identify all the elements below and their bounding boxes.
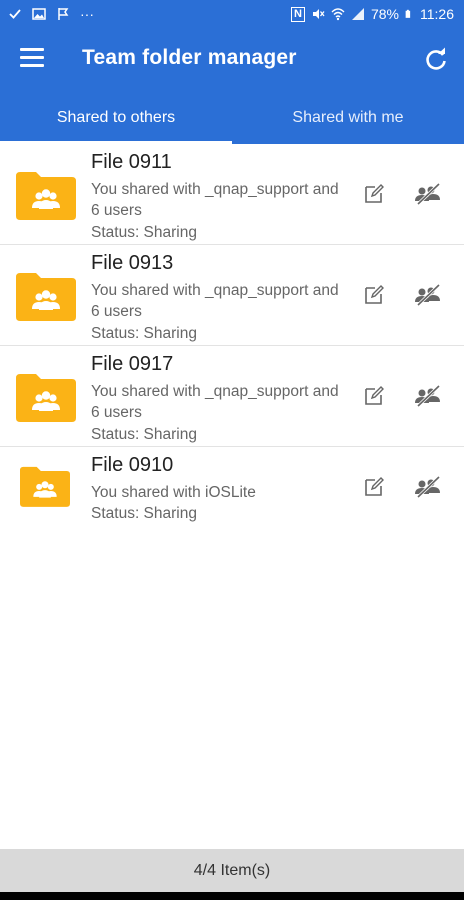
list-item[interactable]: File 0917 You shared with _qnap_support … [0,346,464,447]
edit-icon[interactable] [362,283,386,307]
sharing-status: Status: Sharing [91,505,197,522]
list-item[interactable]: File 0910 You shared with iOSLite Status… [0,447,464,547]
tab-label: Shared to others [56,109,176,126]
shared-with-text: You shared with iOSLite [91,484,256,501]
folder-name: File 0917 [91,353,174,375]
shared-with-text: You shared with _qnap_support and 6 user… [91,181,339,219]
battery-icon [405,9,411,18]
edit-icon[interactable] [362,182,386,206]
tab-bar: Shared to others Shared with me [0,92,464,144]
team-folder-icon [20,466,70,507]
tab-label: Shared with me [292,109,404,126]
sharing-status: Status: Sharing [91,426,197,443]
status-bar-right: N 78% 11:26 [291,6,454,22]
signal-icon [351,8,364,20]
sharing-status: Status: Sharing [91,325,197,342]
image-icon [32,8,46,20]
status-bar: ··· N 78% 11:26 [0,0,464,28]
unshare-users-icon[interactable] [413,182,443,206]
unshare-users-icon[interactable] [413,384,443,408]
team-folder-list: File 0911 You shared with _qnap_support … [0,144,464,547]
page-title: Team folder manager [82,46,297,69]
refresh-icon[interactable] [422,46,450,74]
wifi-icon [331,8,345,21]
more-dots-icon: ··· [80,6,94,22]
battery-percent: 78% [370,6,399,22]
team-folder-icon [16,374,76,422]
list-item[interactable]: File 0911 You shared with _qnap_support … [0,144,464,245]
unshare-users-icon[interactable] [413,475,443,499]
tab-shared-to-others[interactable]: Shared to others [0,92,232,144]
shared-with-text: You shared with _qnap_support and 6 user… [91,383,339,421]
folder-name: File 0910 [91,454,174,476]
item-count-footer: 4/4 Item(s) [0,849,464,892]
edit-icon[interactable] [362,384,386,408]
folder-name: File 0913 [91,252,174,274]
item-count: 4/4 Item(s) [193,861,271,879]
folder-name: File 0911 [91,151,172,173]
status-bar-left: ··· [8,6,94,22]
check-icon [9,9,21,19]
nfc-icon: N [291,6,305,22]
app-bar: Team folder manager [0,28,464,92]
system-nav-strip [0,892,464,900]
tab-shared-with-me[interactable]: Shared with me [232,92,464,144]
list-item[interactable]: File 0913 You shared with _qnap_support … [0,245,464,346]
sharing-status: Status: Sharing [91,224,197,241]
hamburger-menu-icon[interactable] [20,48,44,68]
shared-with-text: You shared with _qnap_support and 6 user… [91,282,339,320]
clock: 11:26 [420,6,454,22]
edit-icon[interactable] [362,475,386,499]
flag-icon [58,8,69,20]
team-folder-icon [16,172,76,220]
team-folder-icon [16,273,76,321]
mute-icon [312,9,325,19]
unshare-users-icon[interactable] [413,283,443,307]
